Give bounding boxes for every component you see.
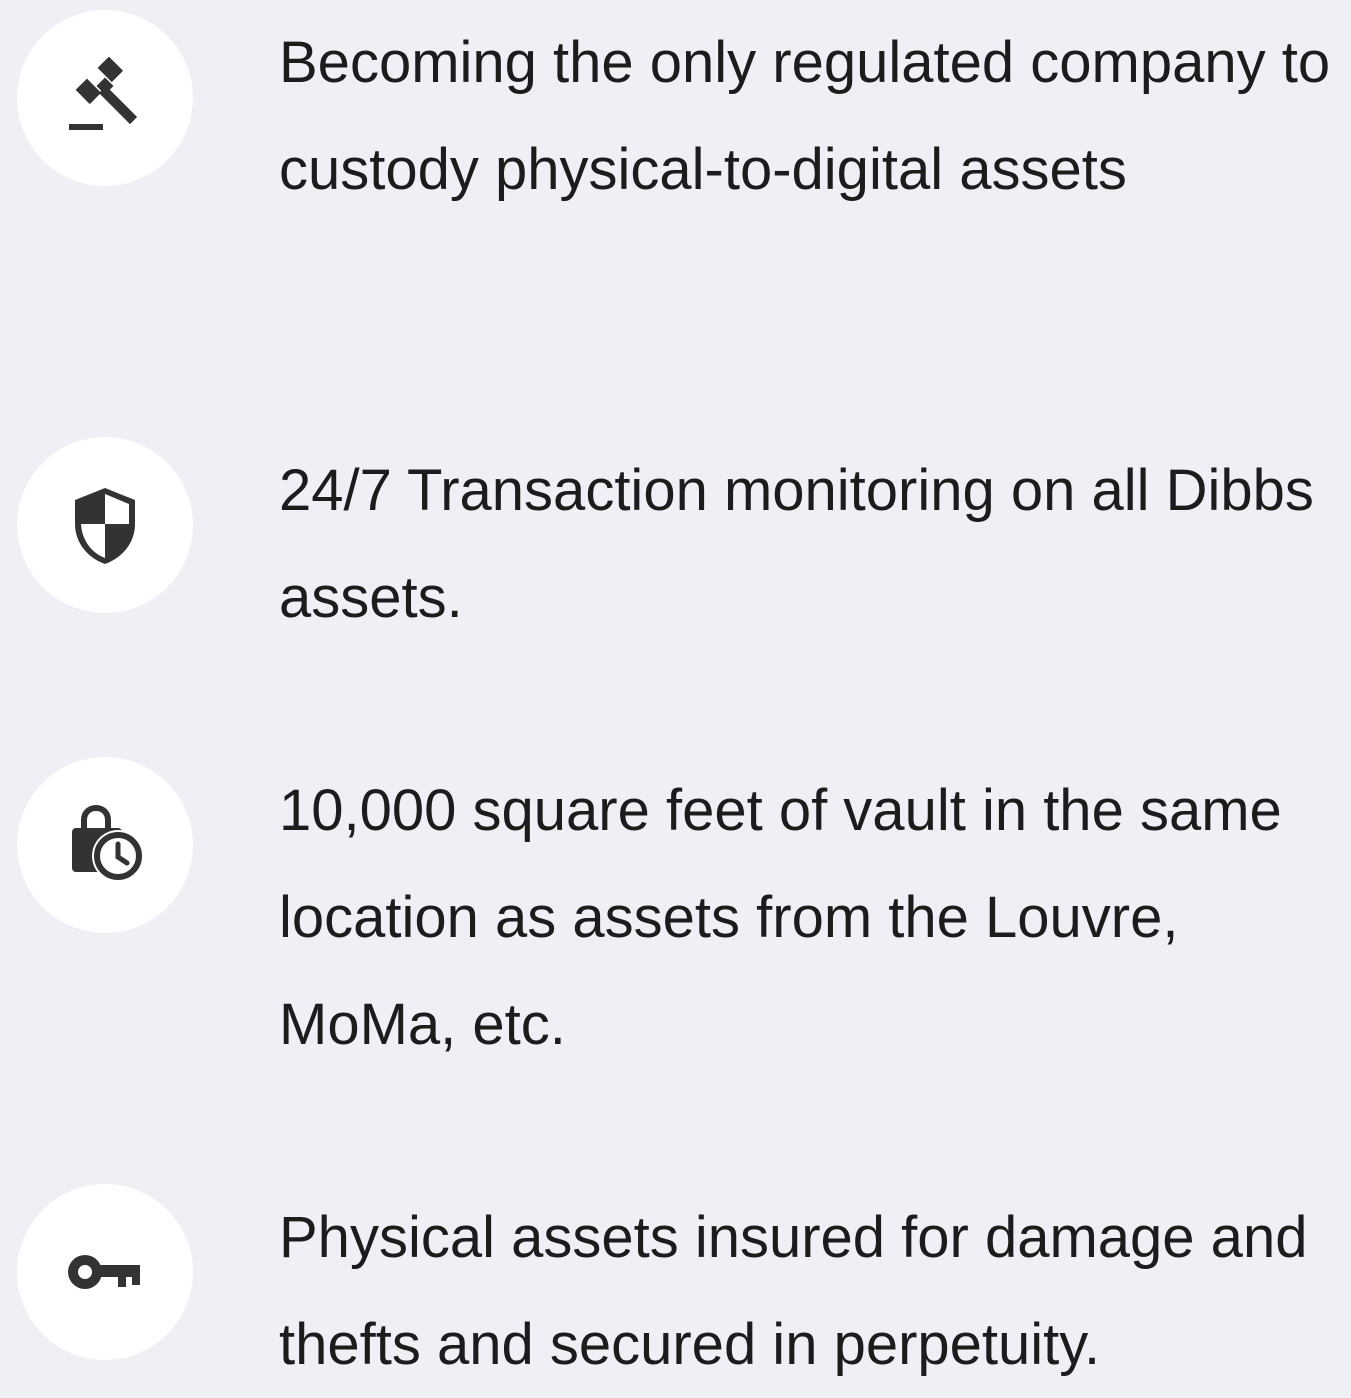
feature-text: Physical assets insured for damage and t… bbox=[279, 1205, 1308, 1377]
lock-clock-icon bbox=[60, 800, 150, 890]
key-icon bbox=[60, 1227, 150, 1317]
feature-text: 10,000 square feet of vault in the same … bbox=[279, 778, 1282, 1057]
icon-badge bbox=[17, 10, 193, 186]
feature-text: 24/7 Transaction monitoring on all Dibbs… bbox=[279, 458, 1314, 630]
icon-badge bbox=[17, 757, 193, 933]
feature-text: Becoming the only regulated company to c… bbox=[279, 30, 1331, 202]
shield-icon bbox=[65, 480, 145, 570]
icon-badge bbox=[17, 437, 193, 613]
icon-badge bbox=[17, 1184, 193, 1360]
gavel-icon bbox=[60, 53, 150, 143]
